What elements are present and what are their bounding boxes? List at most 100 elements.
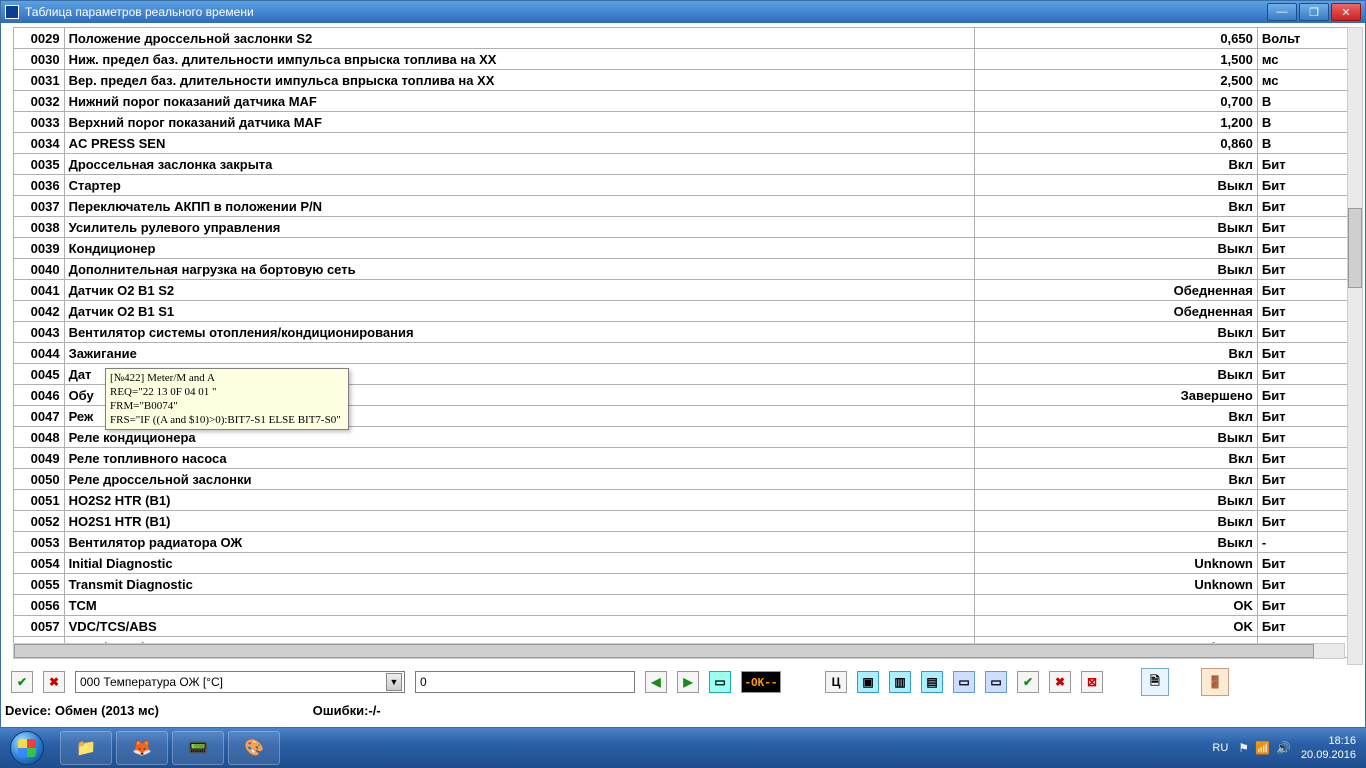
row-name: HO2S2 HTR (B1): [64, 490, 974, 511]
task-diag-app[interactable]: 📟: [172, 731, 224, 765]
row-id: 0040: [14, 259, 65, 280]
ц-button[interactable]: Ц: [825, 671, 847, 693]
table-row[interactable]: 0053Вентилятор радиатора ОЖВыкл-: [14, 532, 1359, 553]
table-row[interactable]: 0054Initial DiagnosticUnknownБит: [14, 553, 1359, 574]
row-value: Вкл: [974, 406, 1257, 427]
table-row[interactable]: 0041Датчик O2 B1 S2ОбедненнаяБит: [14, 280, 1359, 301]
table-row[interactable]: 0036СтартерВыклБит: [14, 175, 1359, 196]
value-input[interactable]: 0: [415, 671, 635, 693]
row-id: 0031: [14, 70, 65, 91]
clock[interactable]: 18:16 20.09.2016: [1301, 734, 1356, 762]
row-id: 0034: [14, 133, 65, 154]
row-unit: В: [1257, 91, 1358, 112]
table-row[interactable]: 0049Реле топливного насосаВклБит: [14, 448, 1359, 469]
table-row[interactable]: 0031Вер. предел баз. длительности импуль…: [14, 70, 1359, 91]
vscroll-thumb[interactable]: [1348, 208, 1362, 288]
row-unit: Бит: [1257, 301, 1358, 322]
table-row[interactable]: 0039КондиционерВыклБит: [14, 238, 1359, 259]
row-id: 0055: [14, 574, 65, 595]
row-id: 0044: [14, 343, 65, 364]
row-id: 0053: [14, 532, 65, 553]
flag-icon[interactable]: ⚑: [1238, 741, 1249, 755]
table-row[interactable]: 0033Верхний порог показаний датчика MAF1…: [14, 112, 1359, 133]
window-title: Таблица параметров реального времени: [25, 5, 254, 19]
table-row[interactable]: 0043Вентилятор системы отопления/кондици…: [14, 322, 1359, 343]
table-row[interactable]: 0029Положение дроссельной заслонки S20,6…: [14, 28, 1359, 49]
volume-icon[interactable]: 🔊: [1276, 741, 1291, 755]
confirm2-button[interactable]: ✔: [1017, 671, 1039, 693]
start-button[interactable]: [0, 728, 54, 768]
reject-button[interactable]: ✖: [43, 671, 65, 693]
table-row[interactable]: 0056TCMOKБит: [14, 595, 1359, 616]
prev-button[interactable]: ◀: [645, 671, 667, 693]
row-name: Реле топливного насоса: [64, 448, 974, 469]
app-window: Таблица параметров реального времени — ❐…: [0, 0, 1366, 728]
row-value: 0,700: [974, 91, 1257, 112]
tray-icons[interactable]: ⚑ 📶 🔊: [1238, 741, 1291, 755]
row-name: Initial Diagnostic: [64, 553, 974, 574]
close-button[interactable]: ✕: [1331, 3, 1361, 21]
table-row[interactable]: 0030Ниж. предел баз. длительности импуль…: [14, 49, 1359, 70]
delete-button[interactable]: ✖: [1049, 671, 1071, 693]
row-name: Положение дроссельной заслонки S2: [64, 28, 974, 49]
next-button[interactable]: ▶: [677, 671, 699, 693]
network-icon[interactable]: 📶: [1255, 741, 1270, 755]
table-row[interactable]: 0038Усилитель рулевого управленияВыклБит: [14, 217, 1359, 238]
exit-button[interactable]: 🚪: [1201, 668, 1229, 696]
row-unit: мс: [1257, 70, 1358, 91]
task-firefox[interactable]: 🦊: [116, 731, 168, 765]
row-value: 1,200: [974, 112, 1257, 133]
taskbar[interactable]: 📁 🦊 📟 🎨 RU ⚑ 📶 🔊 18:16 20.09.2016: [0, 728, 1366, 768]
task-paint[interactable]: 🎨: [228, 731, 280, 765]
table-row[interactable]: 0042Датчик O2 B1 S1ОбедненнаяБит: [14, 301, 1359, 322]
table-row[interactable]: 0051HO2S2 HTR (B1)ВыклБит: [14, 490, 1359, 511]
row-unit: Бит: [1257, 217, 1358, 238]
row-unit: В: [1257, 133, 1358, 154]
row-unit: Бит: [1257, 574, 1358, 595]
lang-indicator[interactable]: RU: [1212, 742, 1228, 754]
table-row[interactable]: 0057VDC/TCS/ABSOKБит: [14, 616, 1359, 637]
row-unit: Бит: [1257, 427, 1358, 448]
table-row[interactable]: 0032Нижний порог показаний датчика MAF0,…: [14, 91, 1359, 112]
table-row[interactable]: 0044ЗажиганиеВклБит: [14, 343, 1359, 364]
document-button[interactable]: 🗎: [1141, 668, 1169, 696]
row-value: Unknown: [974, 574, 1257, 595]
table-row[interactable]: 0037Переключатель АКПП в положении P/NВк…: [14, 196, 1359, 217]
row-name: Переключатель АКПП в положении P/N: [64, 196, 974, 217]
minimize-button[interactable]: —: [1267, 3, 1297, 21]
row-value: Вкл: [974, 154, 1257, 175]
row-name: Transmit Diagnostic: [64, 574, 974, 595]
system-tray[interactable]: RU ⚑ 📶 🔊 18:16 20.09.2016: [1212, 734, 1366, 762]
dropdown-arrow-icon[interactable]: ▼: [386, 673, 402, 691]
row-value: Выкл: [974, 490, 1257, 511]
table-row[interactable]: 0040Дополнительная нагрузка на бортовую …: [14, 259, 1359, 280]
screen3-button[interactable]: ▤: [921, 671, 943, 693]
table-row[interactable]: 0052HO2S1 HTR (B1)ВыклБит: [14, 511, 1359, 532]
screen4-button[interactable]: ▭: [953, 671, 975, 693]
table-row[interactable]: 0035Дроссельная заслонка закрытаВклБит: [14, 154, 1359, 175]
table-row[interactable]: 0050Реле дроссельной заслонкиВклБит: [14, 469, 1359, 490]
display-button[interactable]: ▭: [709, 671, 731, 693]
row-value: Выкл: [974, 322, 1257, 343]
screen2-button[interactable]: ▥: [889, 671, 911, 693]
row-unit: Бит: [1257, 364, 1358, 385]
param-select[interactable]: 000 Температура ОЖ [°C] ▼: [75, 671, 405, 693]
table-row[interactable]: 0034AC PRESS SEN0,860В: [14, 133, 1359, 154]
row-id: 0049: [14, 448, 65, 469]
errors-status: Ошибки:-/-: [313, 703, 381, 718]
screen5-button[interactable]: ▭: [985, 671, 1007, 693]
accept-button[interactable]: ✔: [11, 671, 33, 693]
task-explorer[interactable]: 📁: [60, 731, 112, 765]
table-row[interactable]: 0055Transmit DiagnosticUnknownБит: [14, 574, 1359, 595]
row-name: AC PRESS SEN: [64, 133, 974, 154]
horizontal-scrollbar[interactable]: [13, 643, 1345, 659]
titlebar[interactable]: Таблица параметров реального времени — ❐…: [1, 1, 1365, 23]
hscroll-thumb[interactable]: [14, 644, 1314, 658]
row-value: Вкл: [974, 196, 1257, 217]
vertical-scrollbar[interactable]: [1347, 27, 1363, 665]
screen1-button[interactable]: ▣: [857, 671, 879, 693]
maximize-button[interactable]: ❐: [1299, 3, 1329, 21]
row-name: Вентилятор радиатора ОЖ: [64, 532, 974, 553]
params-table[interactable]: 0029Положение дроссельной заслонки S20,6…: [13, 27, 1359, 658]
delete2-button[interactable]: ⊠: [1081, 671, 1103, 693]
